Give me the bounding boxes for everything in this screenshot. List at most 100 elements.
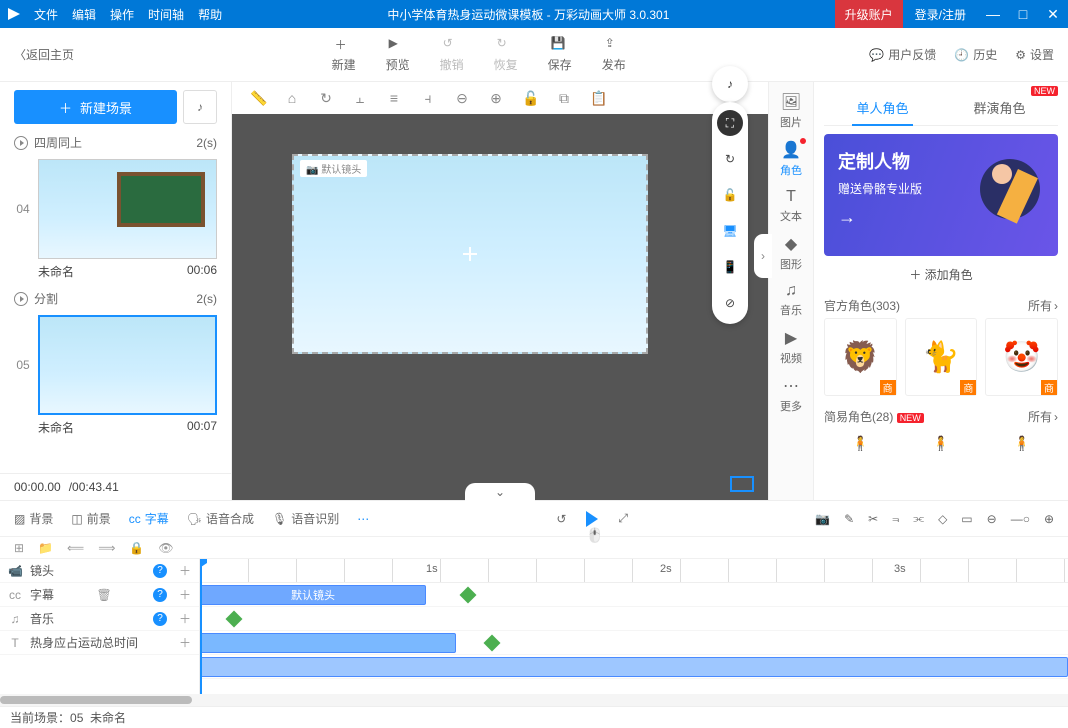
hide-icon[interactable]: ⊘: [717, 290, 743, 316]
keyframe-diamond[interactable]: [460, 587, 477, 604]
role-mini[interactable]: 🧍: [824, 433, 897, 453]
refresh-icon[interactable]: ↻: [318, 90, 334, 107]
etype-image[interactable]: 🖼图片: [780, 92, 802, 130]
etype-more[interactable]: ⋯更多: [780, 376, 802, 414]
del-icon[interactable]: 🗑: [97, 588, 111, 602]
addtrack-icon[interactable]: ⊞: [14, 541, 24, 555]
track-music[interactable]: [200, 631, 1068, 655]
unlock2-icon[interactable]: 🔓: [717, 182, 743, 208]
role-card[interactable]: 🦁商: [824, 318, 897, 396]
zoom-in-icon[interactable]: ⊕: [488, 90, 504, 107]
tl-asr[interactable]: 🎙语音识别: [272, 510, 339, 527]
help-icon[interactable]: ?: [153, 612, 167, 626]
keyframe-diamond[interactable]: [226, 611, 243, 628]
keyframe-icon[interactable]: ◇: [938, 512, 947, 526]
rewind-icon[interactable]: ↺: [556, 512, 566, 526]
copy-icon[interactable]: ⧉: [556, 90, 572, 107]
redo-button[interactable]: ↻恢复: [494, 36, 518, 73]
tl-tts[interactable]: 🗣语音合成: [187, 510, 254, 527]
scene-item-05[interactable]: 05: [14, 315, 217, 415]
zoom-out-icon[interactable]: ⊖: [454, 90, 470, 107]
track-subtitle-label[interactable]: cc字幕🗑?＋: [0, 583, 199, 607]
zoom-slider[interactable]: —○: [1011, 512, 1030, 526]
frame-icon[interactable]: ▭: [961, 512, 972, 526]
camera2-icon[interactable]: 📷: [815, 512, 830, 526]
tl-subtitle[interactable]: cc字幕: [129, 510, 169, 527]
etype-music[interactable]: ♫音乐: [780, 282, 802, 318]
link-icon[interactable]: ⫘: [913, 511, 924, 526]
role-card[interactable]: 🤡商: [985, 318, 1058, 396]
text-clip[interactable]: [200, 657, 1068, 677]
more-menu-icon[interactable]: ⋯: [357, 512, 369, 526]
expand-icon[interactable]: ⤢: [618, 511, 628, 526]
play-button[interactable]: 🖱️: [586, 511, 598, 527]
undo-button[interactable]: ↺撤销: [440, 36, 464, 73]
scene-item-04[interactable]: 04: [14, 159, 217, 259]
help-icon[interactable]: ?: [153, 564, 167, 578]
ruler-icon[interactable]: 📏: [250, 90, 266, 107]
menu-timeline[interactable]: 时间轴: [148, 6, 184, 23]
transition-row[interactable]: 四周同上 2(s): [14, 130, 217, 155]
timeline-scrollbar[interactable]: [0, 694, 1068, 706]
desktop-icon[interactable]: 🖥: [717, 218, 743, 244]
menu-edit[interactable]: 编辑: [72, 6, 96, 23]
track-camera-label[interactable]: 📹镜头?＋: [0, 559, 199, 583]
track-camera[interactable]: 默认镜头: [200, 583, 1068, 607]
rotate-icon[interactable]: ↻: [717, 146, 743, 172]
track-text[interactable]: [200, 655, 1068, 679]
align-left-icon[interactable]: ⫠: [352, 90, 368, 107]
maximize-button[interactable]: □: [1008, 6, 1038, 22]
align-right-icon[interactable]: ⫞: [420, 90, 436, 107]
preview-button[interactable]: ▶预览: [386, 36, 410, 73]
audio-clip[interactable]: [200, 633, 456, 653]
edit-icon[interactable]: ✎: [844, 512, 854, 526]
etype-text[interactable]: T文本: [780, 188, 802, 224]
camera-clip[interactable]: 默认镜头: [200, 585, 426, 605]
music-toggle-button[interactable]: ♪: [183, 90, 217, 124]
collapse-timeline-button[interactable]: ⌄: [465, 483, 535, 501]
addkey-icon[interactable]: ＋: [179, 562, 191, 579]
prev-icon[interactable]: ⟸: [67, 541, 84, 555]
tl-background[interactable]: ▨背景: [14, 510, 53, 527]
role-mini[interactable]: 🧍: [905, 433, 978, 453]
etype-role[interactable]: 👤角色: [780, 140, 802, 178]
scrollbar-thumb[interactable]: [0, 696, 192, 704]
filter-icon[interactable]: ⫬: [892, 511, 899, 526]
track-subtitle[interactable]: [200, 607, 1068, 631]
add-role-button[interactable]: ＋ 添加角色: [824, 256, 1058, 293]
playhead[interactable]: [200, 559, 202, 694]
addkey-icon[interactable]: ＋: [179, 586, 191, 603]
addkey-icon[interactable]: ＋: [179, 610, 191, 627]
settings-button[interactable]: ⚙设置: [1015, 46, 1054, 63]
menu-action[interactable]: 操作: [110, 6, 134, 23]
cut-icon[interactable]: ✂: [868, 512, 878, 526]
track-text-label[interactable]: T热身应占运动总时间＋: [0, 631, 199, 655]
stage[interactable]: 📷 默认镜头: [292, 154, 648, 354]
keyframe-diamond[interactable]: [484, 635, 501, 652]
eye-icon[interactable]: 👁: [158, 541, 173, 555]
canvas-area[interactable]: 📷 默认镜头 ♪ ⛶ ↻ 🔓 🖥 📱 ⊘ › ⌄: [232, 114, 768, 500]
zoom-out2-icon[interactable]: ⊖: [987, 512, 997, 526]
publish-button[interactable]: ⇪发布: [602, 36, 626, 73]
upgrade-button[interactable]: 升级账户: [835, 0, 903, 28]
minimize-button[interactable]: —: [978, 6, 1008, 22]
menu-file[interactable]: 文件: [34, 6, 58, 23]
role-card[interactable]: 🐈商: [905, 318, 978, 396]
view-all-button[interactable]: 所有 ›: [1028, 297, 1058, 314]
back-home-button[interactable]: 〈 返回主页: [0, 46, 88, 63]
home-icon[interactable]: ⌂: [284, 90, 300, 106]
tracks-area[interactable]: 1s 2s 3s 默认镜头: [200, 559, 1068, 694]
new-button[interactable]: ＋新建: [332, 36, 356, 73]
zoom-in2-icon[interactable]: ⊕: [1044, 512, 1054, 526]
tl-foreground[interactable]: ◫前景: [71, 510, 110, 527]
transition-row[interactable]: 分割 2(s): [14, 286, 217, 311]
lock2-icon[interactable]: 🔒: [129, 541, 144, 555]
addkey-icon[interactable]: ＋: [179, 634, 191, 651]
help-icon[interactable]: ?: [153, 588, 167, 602]
menu-help[interactable]: 帮助: [198, 6, 222, 23]
folder-icon[interactable]: 📁: [38, 541, 53, 555]
history-button[interactable]: 🕘历史: [954, 46, 997, 63]
fullscreen-icon[interactable]: ⛶: [717, 110, 743, 136]
paste-icon[interactable]: 📋: [590, 90, 606, 107]
save-button[interactable]: 💾保存: [548, 36, 572, 73]
